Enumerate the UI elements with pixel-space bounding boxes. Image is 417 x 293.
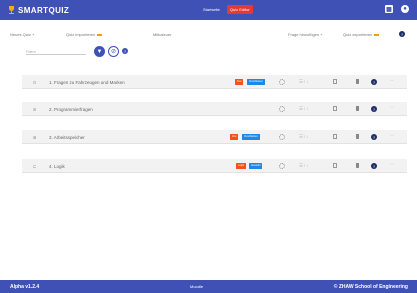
question-row[interactable]: ⊠ 3. Arbeitsspeicher Frei Verschieben ☰↑… <box>22 130 407 144</box>
new-quiz-label: Neues Quiz + <box>10 32 35 37</box>
chevron-down-icon[interactable]: ﹀ <box>390 106 394 112</box>
filter-input[interactable]: Filtern <box>26 50 86 55</box>
copy-icon[interactable] <box>333 79 337 84</box>
filter-button[interactable]: ▼ <box>94 46 105 57</box>
filter-row: Filtern ▼ ⊘ ? <box>0 45 417 58</box>
row-number: 1. <box>49 80 53 85</box>
quiz-toolbar: Neues Quiz + Quiz importieren Mitkatzuer… <box>0 29 417 41</box>
row-label: Fragen zu Fahrzeugen und Marken <box>54 80 125 85</box>
row-title: 2. Programmierfragen <box>49 107 93 112</box>
version-label: Alpha v1.2.4 <box>10 284 40 290</box>
chevron-down-icon[interactable]: ﹀ <box>390 163 394 169</box>
help-icon: ? <box>399 31 405 37</box>
delete-icon[interactable] <box>356 163 359 168</box>
header-actions: ▦ ● <box>385 5 409 13</box>
sort-actions-icon[interactable]: ☰↑↓ <box>299 134 309 140</box>
copyright-label: © ZHAW School of Engineering <box>333 284 408 290</box>
nav-startseite[interactable]: Startseite <box>200 5 223 14</box>
clear-filter-button[interactable]: ⊘ <box>108 46 119 57</box>
row-title: 3. Arbeitsspeicher <box>49 135 85 140</box>
row-number: 2. <box>49 107 53 112</box>
row-title: 1. Fragen zu Fahrzeugen und Marken <box>49 80 125 85</box>
drag-handle-icon[interactable]: ⊞ <box>33 107 36 112</box>
quiz-name-value: Mitkatzuer <box>153 32 172 37</box>
row-label: Arbeitsspeicher <box>53 135 85 140</box>
question-row[interactable]: ⊏ 4. Logik Logik Auswahl ☰↑↓ ? ﹀ <box>22 159 407 173</box>
copy-icon[interactable] <box>333 163 337 168</box>
add-question-label: Frage hinzufügen + <box>288 32 323 37</box>
tag-badge: Frei <box>235 79 244 85</box>
tag-badge: Auswahl <box>249 163 263 169</box>
download-icon <box>374 33 380 36</box>
row-help-icon[interactable]: ? <box>371 163 377 169</box>
chevron-down-icon[interactable]: ﹀ <box>390 79 394 85</box>
row-help-icon[interactable]: ? <box>371 134 377 140</box>
quiz-import-label: Quiz importieren <box>66 32 96 37</box>
main-nav: Startseite Quiz Editor <box>200 5 253 14</box>
account-icon[interactable]: ● <box>401 5 409 13</box>
drag-handle-icon[interactable]: ⊏ <box>33 164 36 169</box>
upload-icon <box>97 33 103 36</box>
clear-filter-icon: ⊘ <box>110 49 117 55</box>
row-number: 4. <box>49 164 53 169</box>
row-help-icon[interactable]: ? <box>371 79 377 85</box>
row-title: 4. Logik <box>49 164 65 169</box>
row-help-icon[interactable]: ? <box>371 106 377 112</box>
nav-quiz-editor[interactable]: Quiz Editor <box>226 5 253 14</box>
drag-handle-icon[interactable]: ⊡ <box>33 80 36 85</box>
quiz-name-field[interactable]: Mitkatzuer <box>153 32 171 37</box>
new-quiz-button[interactable]: Neues Quiz + <box>10 32 34 37</box>
settings-gear-icon[interactable] <box>279 79 285 85</box>
trophy-icon <box>8 5 15 15</box>
quiz-export-label: Quiz exportieren <box>343 32 373 37</box>
quiz-import-button[interactable]: Quiz importieren <box>66 32 103 37</box>
question-row[interactable]: ⊞ 2. Programmierfragen ☰↑↓ ? ﹀ <box>22 102 407 116</box>
question-row[interactable]: ⊡ 1. Fragen zu Fahrzeugen und Marken Fre… <box>22 75 407 89</box>
footer-moodle-link[interactable]: Moodle <box>190 284 203 289</box>
toolbar-help-button[interactable]: ? <box>399 31 405 37</box>
quiz-export-button[interactable]: Quiz exportieren <box>343 32 380 37</box>
app-brand: SMARTQUIZ <box>18 5 70 15</box>
sort-actions-icon[interactable]: ☰↑↓ <box>299 163 309 169</box>
sort-actions-icon[interactable]: ☰↑↓ <box>299 79 309 85</box>
settings-gear-icon[interactable] <box>279 134 285 140</box>
tag-badge: Logik <box>236 163 246 169</box>
copy-icon[interactable] <box>333 134 337 139</box>
delete-icon[interactable] <box>356 134 359 139</box>
filter-funnel-icon: ▼ <box>96 48 103 55</box>
drag-handle-icon[interactable]: ⊠ <box>33 135 36 140</box>
app-logo[interactable]: SMARTQUIZ <box>8 5 70 15</box>
tag-badge: Frei <box>230 134 239 140</box>
row-number: 3. <box>49 135 53 140</box>
tag-badge: Verschieben <box>247 79 265 85</box>
sort-actions-icon[interactable]: ☰↑↓ <box>299 106 309 112</box>
tag-badge: Verschieben <box>242 134 260 140</box>
top-navbar: SMARTQUIZ Startseite Quiz Editor ▦ ● <box>0 0 417 20</box>
add-question-button[interactable]: Frage hinzufügen + <box>288 32 323 37</box>
row-label: Logik <box>54 164 65 169</box>
filter-help-icon[interactable]: ? <box>122 48 128 54</box>
page-footer: Alpha v1.2.4 Moodle © ZHAW School of Eng… <box>0 280 417 293</box>
chevron-down-icon[interactable]: ﹀ <box>390 134 394 140</box>
delete-icon[interactable] <box>356 106 359 111</box>
settings-gear-icon[interactable] <box>279 163 285 169</box>
settings-gear-icon[interactable] <box>279 106 285 112</box>
grid-icon[interactable]: ▦ <box>385 5 393 13</box>
row-label: Programmierfragen <box>54 107 93 112</box>
copy-icon[interactable] <box>333 106 337 111</box>
delete-icon[interactable] <box>356 79 359 84</box>
